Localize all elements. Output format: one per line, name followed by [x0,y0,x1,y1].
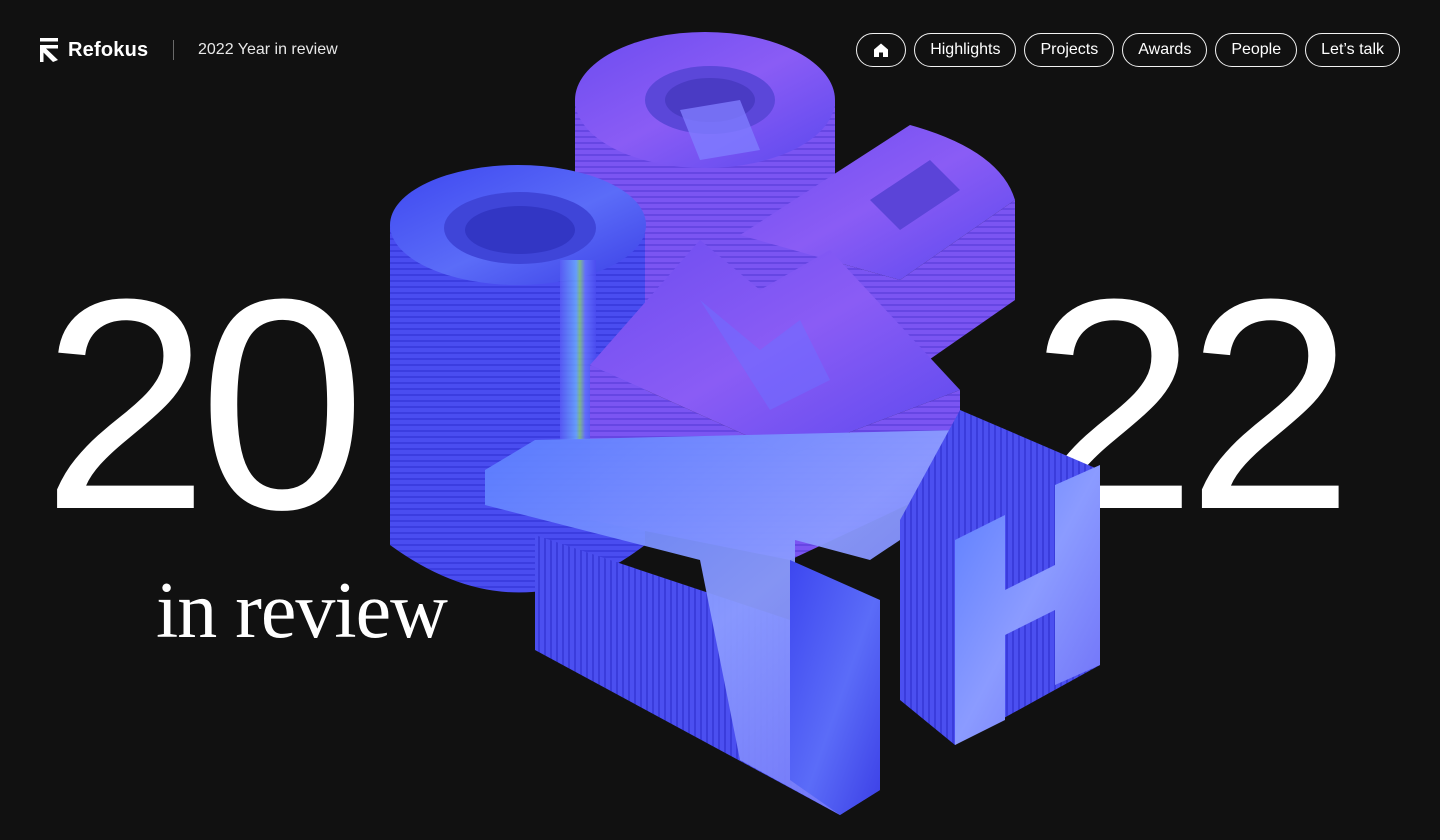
art-letter-t [485,430,960,815]
art-letter-r [740,125,1015,380]
art-letter-o [390,165,646,593]
brand-name: Refokus [68,38,149,61]
site-header: Refokus 2022 Year in review Highlights P… [0,0,1440,100]
home-icon [874,43,889,57]
nav-projects[interactable]: Projects [1024,33,1115,67]
nav-highlights[interactable]: Highlights [914,33,1017,67]
hero-year-left: 20 [42,236,366,572]
main-nav: Highlights Projects Awards People Let’s … [856,33,1400,67]
nav-home-button[interactable] [856,33,907,67]
refokus-logo-icon [40,38,58,62]
header-subtitle: 2022 Year in review [198,41,338,58]
nav-people[interactable]: People [1215,33,1298,67]
hero-tagline: in review [156,567,448,655]
hero-year-right: 22 [1030,236,1354,572]
nav-lets-talk[interactable]: Let’s talk [1305,33,1400,67]
brand-logo[interactable]: Refokus [40,38,148,62]
nav-awards[interactable]: Awards [1122,33,1208,67]
header-divider [173,40,174,60]
art-letter-w [590,240,960,560]
